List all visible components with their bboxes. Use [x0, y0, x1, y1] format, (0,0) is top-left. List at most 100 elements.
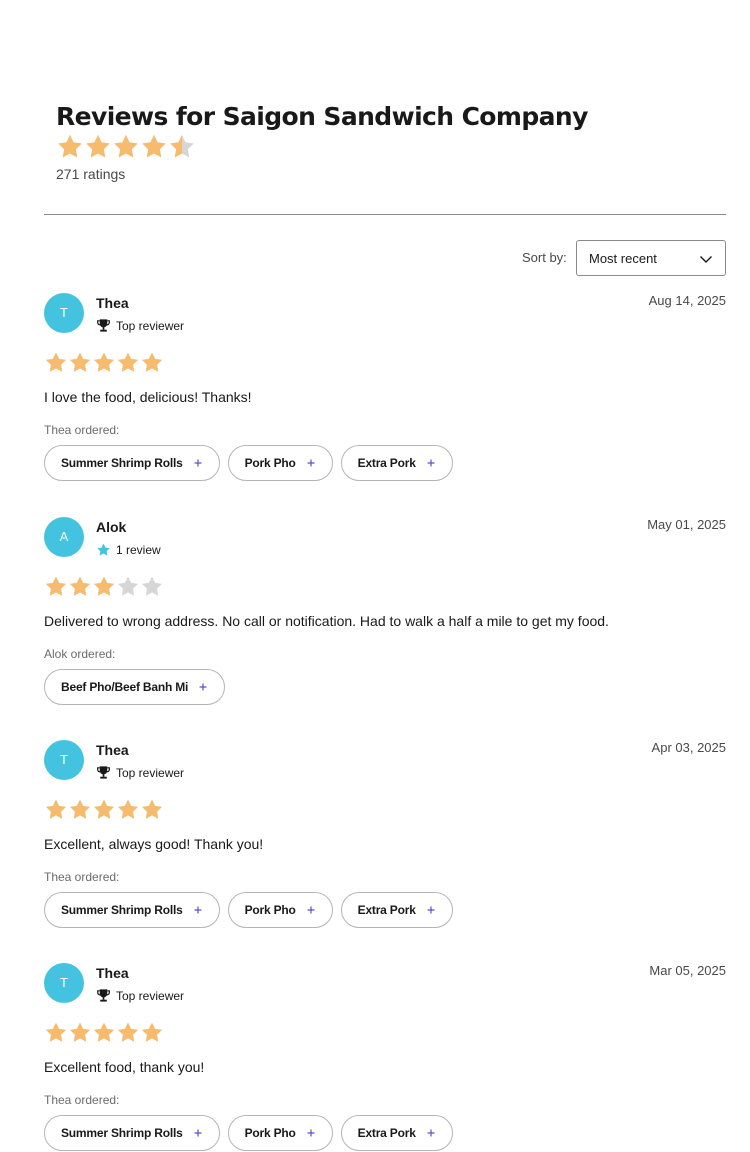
avatar[interactable]: A — [44, 517, 84, 557]
ordered-items: Summer Shrimp Rolls Pork Pho Extra Pork — [44, 445, 461, 481]
sort-dropdown[interactable]: Most recent — [576, 240, 726, 276]
star-icon — [118, 799, 138, 819]
ordered-item-label: Summer Shrimp Rolls — [61, 456, 183, 470]
star-badge-icon — [97, 543, 110, 556]
star-icon — [142, 799, 162, 819]
sort-selected-value: Most recent — [589, 251, 657, 266]
reviewer-badge: Top reviewer — [96, 765, 184, 780]
ordered-item-label: Summer Shrimp Rolls — [61, 903, 183, 917]
review-rating-stars — [44, 798, 164, 820]
star-icon — [142, 576, 162, 596]
star-icon — [118, 352, 138, 372]
ordered-item-chip[interactable]: Pork Pho — [227, 892, 333, 928]
avatar[interactable]: T — [44, 963, 84, 1003]
star-icon — [70, 799, 90, 819]
review-date: May 01, 2025 — [647, 517, 726, 532]
star-icon — [142, 1022, 162, 1042]
reviewer-name[interactable]: Thea — [96, 742, 129, 758]
avatar[interactable]: T — [44, 293, 84, 333]
ordered-item-chip[interactable]: Summer Shrimp Rolls — [44, 892, 220, 928]
reviewer-badge: Top reviewer — [96, 318, 184, 333]
ordered-label: Thea ordered: — [44, 1093, 120, 1107]
page-title: Reviews for Saigon Sandwich Company — [56, 102, 588, 131]
review-date: Aug 14, 2025 — [648, 293, 726, 308]
ordered-item-label: Beef Pho/Beef Banh Mi — [61, 680, 189, 694]
ordered-label: Alok ordered: — [44, 647, 116, 661]
review-rating-stars — [44, 575, 164, 597]
ordered-item-chip[interactable]: Beef Pho/Beef Banh Mi — [44, 669, 226, 705]
review-date: Mar 05, 2025 — [649, 963, 726, 978]
ordered-item-label: Pork Pho — [244, 1126, 296, 1140]
plus-icon — [194, 1129, 202, 1137]
plus-icon — [194, 459, 202, 467]
ordered-item-label: Pork Pho — [244, 456, 296, 470]
ordered-label: Thea ordered: — [44, 423, 120, 437]
review-text: I love the food, delicious! Thanks! — [44, 389, 252, 405]
reviews-header: Reviews for Saigon Sandwich Company 271 … — [56, 100, 716, 182]
ordered-label: Thea ordered: — [44, 870, 120, 884]
star-icon — [46, 799, 66, 819]
star-icon — [142, 352, 162, 372]
star-icon — [70, 1022, 90, 1042]
avatar[interactable]: T — [44, 740, 84, 780]
ordered-item-label: Extra Pork — [357, 456, 416, 470]
star-icon — [118, 1022, 138, 1042]
reviewer-badge: Top reviewer — [96, 988, 184, 1003]
ordered-item-label: Pork Pho — [244, 903, 296, 917]
ordered-item-chip[interactable]: Pork Pho — [227, 445, 333, 481]
star-icon — [86, 135, 110, 158]
review-rating-stars — [44, 1021, 164, 1043]
plus-icon — [307, 906, 315, 914]
star-icon — [118, 576, 138, 596]
plus-icon — [427, 1129, 435, 1137]
star-icon — [94, 576, 114, 596]
plus-icon — [427, 906, 435, 914]
star-icon — [170, 135, 194, 158]
review-card: T Thea Top reviewer Apr 03, 2025 Excellent, … — [44, 740, 726, 940]
plus-icon — [427, 459, 435, 467]
plus-icon — [307, 1129, 315, 1137]
ordered-items: Beef Pho/Beef Banh Mi — [44, 669, 233, 705]
plus-icon — [199, 683, 207, 691]
plus-icon — [307, 459, 315, 467]
sort-label: Sort by: — [522, 250, 567, 265]
review-rating-stars — [44, 351, 164, 373]
star-icon — [46, 1022, 66, 1042]
star-icon — [94, 1022, 114, 1042]
star-icon — [46, 576, 66, 596]
ordered-item-chip[interactable]: Extra Pork — [340, 445, 453, 481]
star-icon — [58, 135, 82, 158]
trophy-icon — [97, 766, 110, 779]
review-card: T Thea Top reviewer Mar 05, 2025 Excellent f… — [44, 963, 726, 1152]
star-icon — [142, 135, 166, 158]
reviewer-badge-label: Top reviewer — [116, 765, 185, 780]
overall-rating-stars — [56, 133, 196, 159]
reviewer-name[interactable]: Thea — [96, 965, 129, 981]
ordered-item-label: Extra Pork — [357, 1126, 416, 1140]
trophy-icon — [97, 989, 110, 1002]
ordered-item-chip[interactable]: Summer Shrimp Rolls — [44, 1115, 220, 1151]
star-icon — [70, 576, 90, 596]
review-text: Excellent food, thank you! — [44, 1059, 205, 1075]
reviewer-badge-label: Top reviewer — [116, 988, 185, 1003]
star-icon — [70, 352, 90, 372]
star-icon — [94, 799, 114, 819]
ordered-item-label: Summer Shrimp Rolls — [61, 1126, 183, 1140]
review-card: A Alok 1 review May 01, 2025 Delivered to wr… — [44, 517, 726, 717]
star-icon — [46, 352, 66, 372]
reviewer-name[interactable]: Thea — [96, 295, 129, 311]
ordered-item-chip[interactable]: Extra Pork — [340, 892, 453, 928]
review-text: Excellent, always good! Thank you! — [44, 836, 264, 852]
ordered-item-chip[interactable]: Extra Pork — [340, 1115, 453, 1151]
ordered-item-label: Extra Pork — [357, 903, 416, 917]
ordered-items: Summer Shrimp Rolls Pork Pho Extra Pork — [44, 1115, 461, 1151]
reviewer-badge: 1 review — [96, 542, 161, 557]
review-date: Apr 03, 2025 — [651, 740, 726, 755]
ordered-item-chip[interactable]: Summer Shrimp Rolls — [44, 445, 220, 481]
reviewer-name[interactable]: Alok — [96, 519, 126, 535]
ordered-item-chip[interactable]: Pork Pho — [227, 1115, 333, 1151]
star-icon — [114, 135, 138, 158]
reviewer-badge-label: 1 review — [116, 542, 161, 557]
reviewer-badge-label: Top reviewer — [116, 318, 185, 333]
header-divider — [44, 214, 726, 215]
